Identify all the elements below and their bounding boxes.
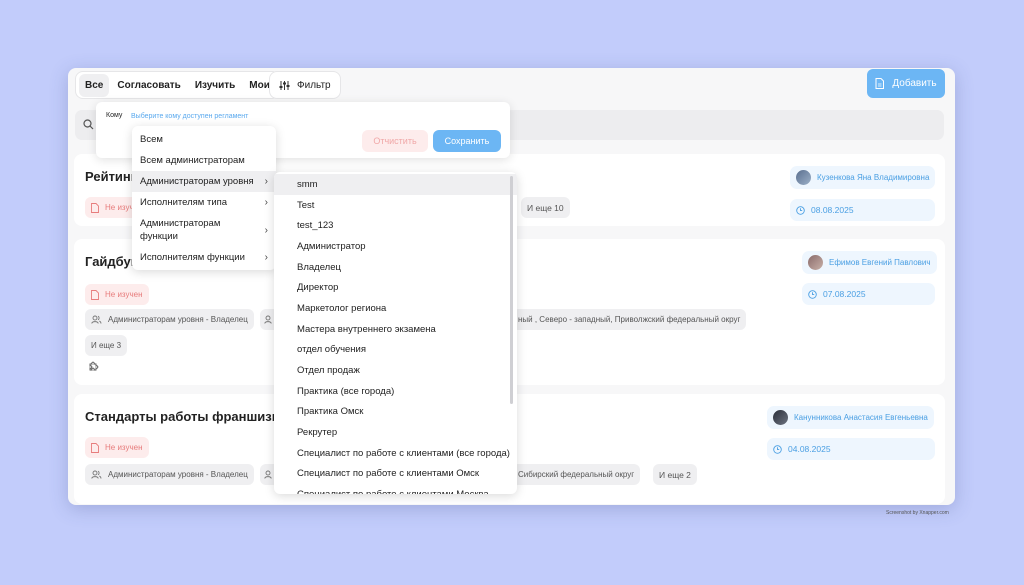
menu-item-label: Исполнителям типа xyxy=(140,197,228,208)
author-name: Канунникова Анастасия Евгеньевна xyxy=(794,413,928,422)
tab-approve[interactable]: Согласовать xyxy=(111,74,186,97)
menu-item-label: Всем xyxy=(140,134,163,145)
menu-item-executors-by-type[interactable]: Исполнителям типа › xyxy=(132,192,276,213)
submenu-item[interactable]: Директор xyxy=(274,277,517,298)
menu-item-admins-by-level[interactable]: Администраторам уровня › xyxy=(132,171,276,192)
author-pill[interactable]: Кузенкова Яна Владимировна xyxy=(790,166,936,189)
more-tags-badge[interactable]: И еще 10 xyxy=(521,197,570,218)
date-text: 08.08.2025 xyxy=(811,205,854,215)
submenu-item[interactable]: Администратор xyxy=(274,236,517,257)
audience-tag: Администраторам уровня - Владелец xyxy=(85,464,254,485)
menu-item-all-admins[interactable]: Всем администраторам xyxy=(132,150,276,171)
tab-bar: Все Согласовать Изучить Мои xyxy=(75,71,280,99)
watermark: Screenshot by Xnapper.com xyxy=(886,510,949,516)
submenu-item[interactable]: Специалист по работе с клиентами Омск xyxy=(274,464,517,485)
submenu-item[interactable]: test_123 xyxy=(274,215,517,236)
submenu-item[interactable]: Мастера внутреннего экзамена xyxy=(274,319,517,340)
document-icon xyxy=(875,78,885,89)
card-title: Стандарты работы франшизы В xyxy=(85,409,296,424)
submenu-item[interactable]: Практика Омск xyxy=(274,402,517,423)
clear-button[interactable]: Отчистить xyxy=(362,130,428,152)
audience-tag: Администраторам уровня - Владелец xyxy=(85,309,254,330)
add-button[interactable]: Добавить xyxy=(867,69,945,98)
chevron-right-icon: › xyxy=(264,197,268,208)
card-title: Гайдбук xyxy=(85,254,138,269)
menu-item-label: Администраторам функции xyxy=(140,218,221,242)
clock-icon xyxy=(808,289,817,299)
tag-text: Администраторам уровня - Владелец xyxy=(108,315,248,324)
document-icon xyxy=(91,442,99,453)
submenu-item[interactable]: Практика (все города) xyxy=(274,381,517,402)
add-label: Добавить xyxy=(892,78,937,89)
menu-item-label: Администраторам уровня xyxy=(140,176,254,187)
submenu-item[interactable]: Специалист по работе с клиентами (все го… xyxy=(274,443,517,464)
submenu-item[interactable]: Отдел продаж xyxy=(274,360,517,381)
date-pill: 04.08.2025 xyxy=(767,438,935,460)
filter-button[interactable]: Фильтр xyxy=(269,71,341,99)
avatar xyxy=(808,255,823,270)
submenu-item[interactable]: Специалист по работе с клиентами Москва xyxy=(274,484,517,494)
menu-item-label: Всем администраторам xyxy=(140,155,245,166)
menu-item-all[interactable]: Всем xyxy=(132,129,276,150)
date-pill: 08.08.2025 xyxy=(790,199,935,221)
author-pill[interactable]: Канунникова Анастасия Евгеньевна xyxy=(767,406,934,429)
card-title: Рейтинг xyxy=(85,169,137,184)
tab-all[interactable]: Все xyxy=(79,73,110,97)
level-submenu: smm Test test_123 Администратор Владелец… xyxy=(274,172,517,494)
status-badge: Не изучен xyxy=(85,284,149,305)
filter-label: Фильтр xyxy=(297,79,331,91)
submenu-item[interactable]: Test xyxy=(274,195,517,216)
clock-icon xyxy=(796,205,805,215)
search-icon xyxy=(83,119,94,130)
more-tags-badge[interactable]: И еще 2 xyxy=(653,464,697,485)
document-icon xyxy=(91,202,99,213)
status-text: Не изучен xyxy=(105,290,143,299)
users-icon xyxy=(91,315,102,324)
author-pill[interactable]: Ефимов Евгений Павлович xyxy=(802,251,937,274)
puzzle-icon[interactable] xyxy=(88,361,99,372)
status-badge: Не изучен xyxy=(85,437,149,458)
date-text: 07.08.2025 xyxy=(823,289,866,299)
submenu-scrollbar[interactable] xyxy=(510,176,513,404)
avatar xyxy=(796,170,811,185)
submenu-item[interactable]: отдел обучения xyxy=(274,340,517,361)
clock-icon xyxy=(773,444,782,454)
tab-study[interactable]: Изучить xyxy=(189,74,241,97)
audience-menu: Всем Всем администраторам Администратора… xyxy=(132,126,276,270)
submenu-item[interactable]: Рекрутер xyxy=(274,422,517,443)
document-icon xyxy=(91,289,99,300)
more-tags-badge[interactable]: И еще 3 xyxy=(85,335,128,356)
submenu-item[interactable]: Маркетолог региона xyxy=(274,298,517,319)
menu-item-admins-by-function[interactable]: Администраторам функции › xyxy=(132,213,276,247)
audience-tag: Сибирский федеральный округ xyxy=(512,464,641,485)
tag-text: Администраторам уровня - Владелец xyxy=(108,470,248,479)
chevron-right-icon: › xyxy=(264,252,268,263)
date-pill: 07.08.2025 xyxy=(802,283,935,305)
menu-item-label: Исполнителям функции xyxy=(140,252,245,263)
audience-tag: ный , Северо - западный, Приволжский фед… xyxy=(512,309,747,330)
chevron-right-icon: › xyxy=(264,224,268,236)
submenu-item[interactable]: Владелец xyxy=(274,257,517,278)
status-text: Не изучен xyxy=(105,443,143,452)
sliders-icon xyxy=(279,80,290,90)
submenu-item[interactable]: smm xyxy=(274,174,517,195)
author-name: Ефимов Евгений Павлович xyxy=(829,258,931,267)
users-icon xyxy=(91,470,102,479)
recipient-select[interactable]: Выберите кому доступен регламент xyxy=(131,113,248,120)
menu-item-executors-by-function[interactable]: Исполнителям функции › xyxy=(132,247,276,268)
app-window: Все Согласовать Изучить Мои Фильтр Добав… xyxy=(68,68,955,505)
avatar xyxy=(773,410,788,425)
chevron-right-icon: › xyxy=(264,176,268,187)
author-name: Кузенкова Яна Владимировна xyxy=(817,173,930,182)
date-text: 04.08.2025 xyxy=(788,444,831,454)
recipient-label: Кому xyxy=(106,112,123,119)
save-button[interactable]: Сохранить xyxy=(433,130,501,152)
